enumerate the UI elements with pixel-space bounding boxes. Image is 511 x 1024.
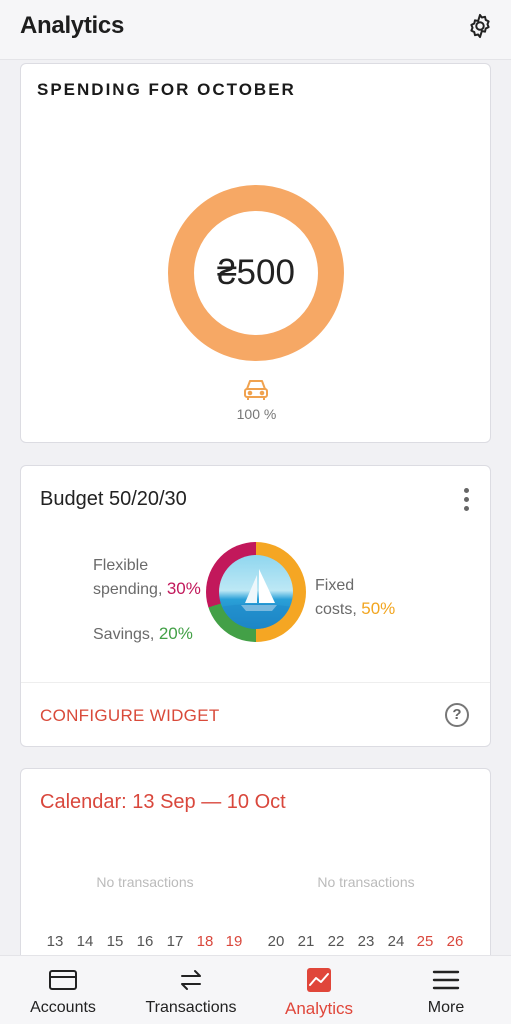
settings-gear-icon[interactable] bbox=[466, 12, 494, 40]
calendar-day[interactable]: 21 bbox=[291, 933, 321, 950]
nav-accounts[interactable]: Accounts bbox=[14, 956, 112, 1024]
bottom-navigation: Accounts Transactions Analytics More bbox=[0, 955, 511, 1024]
calendar-title: Calendar: 13 Sep — 10 Oct bbox=[40, 791, 286, 813]
sailboat-icon bbox=[219, 555, 293, 629]
calendar-day[interactable]: 16 bbox=[130, 933, 160, 950]
nav-more[interactable]: More bbox=[406, 956, 486, 1024]
calendar-day[interactable]: 22 bbox=[321, 933, 351, 950]
category-percent: 100 % bbox=[236, 406, 277, 422]
savings-label: Savings, 20% bbox=[93, 624, 193, 643]
budget-title: Budget 50/20/30 bbox=[40, 488, 187, 510]
wallet-icon bbox=[49, 970, 77, 990]
calendar-day-weekend[interactable]: 26 bbox=[440, 933, 470, 950]
nav-label: Transactions bbox=[145, 999, 237, 1016]
flexible-value: 30% bbox=[166, 579, 201, 598]
calendar-card[interactable]: Calendar: 13 Sep — 10 Oct No transaction… bbox=[20, 768, 491, 968]
configure-widget-button[interactable]: CONFIGURE WIDGET bbox=[40, 706, 220, 726]
no-transactions-label: No transactions bbox=[96, 874, 194, 890]
page-title: Analytics bbox=[20, 12, 125, 39]
help-icon[interactable]: ? bbox=[445, 703, 469, 727]
nav-transactions[interactable]: Transactions bbox=[136, 956, 246, 1024]
fixed-value: 50% bbox=[361, 599, 396, 618]
divider bbox=[21, 682, 490, 683]
more-options-icon[interactable] bbox=[460, 488, 472, 514]
calendar-day[interactable]: 17 bbox=[160, 933, 190, 950]
transfer-arrows-icon bbox=[181, 970, 201, 990]
budget-donut bbox=[206, 542, 306, 642]
calendar-day[interactable]: 13 bbox=[40, 933, 70, 950]
car-icon bbox=[244, 380, 268, 400]
calendar-day-weekend[interactable]: 25 bbox=[410, 933, 440, 950]
no-transactions-label: No transactions bbox=[317, 874, 415, 890]
calendar-day[interactable]: 24 bbox=[381, 933, 411, 950]
budget-card[interactable]: Budget 50/20/30 Flexible spending, 30% S… bbox=[20, 465, 491, 747]
nav-analytics[interactable]: Analytics bbox=[272, 956, 366, 1024]
app-header: Analytics bbox=[0, 0, 511, 60]
nav-label: Analytics bbox=[284, 999, 354, 1018]
nav-label: More bbox=[427, 999, 465, 1016]
calendar-day[interactable]: 23 bbox=[351, 933, 381, 950]
savings-value: 20% bbox=[158, 624, 193, 643]
spending-title: SPENDING FOR OCTOBER bbox=[37, 80, 296, 99]
spending-amount: ₴500 bbox=[217, 253, 295, 292]
calendar-day[interactable]: 20 bbox=[261, 933, 291, 950]
calendar-day-weekend[interactable]: 18 bbox=[190, 933, 220, 950]
menu-icon bbox=[432, 970, 460, 990]
calendar-day[interactable]: 15 bbox=[100, 933, 130, 950]
chart-icon bbox=[307, 968, 331, 992]
spending-card[interactable]: SPENDING FOR OCTOBER ₴500 100 % bbox=[20, 63, 491, 443]
fixed-label: Fixed costs, 50% bbox=[315, 577, 396, 618]
nav-label: Accounts bbox=[30, 999, 96, 1016]
calendar-day-weekend[interactable]: 19 bbox=[219, 933, 249, 950]
flexible-label: Flexible spending, 30% bbox=[93, 557, 201, 598]
calendar-day[interactable]: 14 bbox=[70, 933, 100, 950]
